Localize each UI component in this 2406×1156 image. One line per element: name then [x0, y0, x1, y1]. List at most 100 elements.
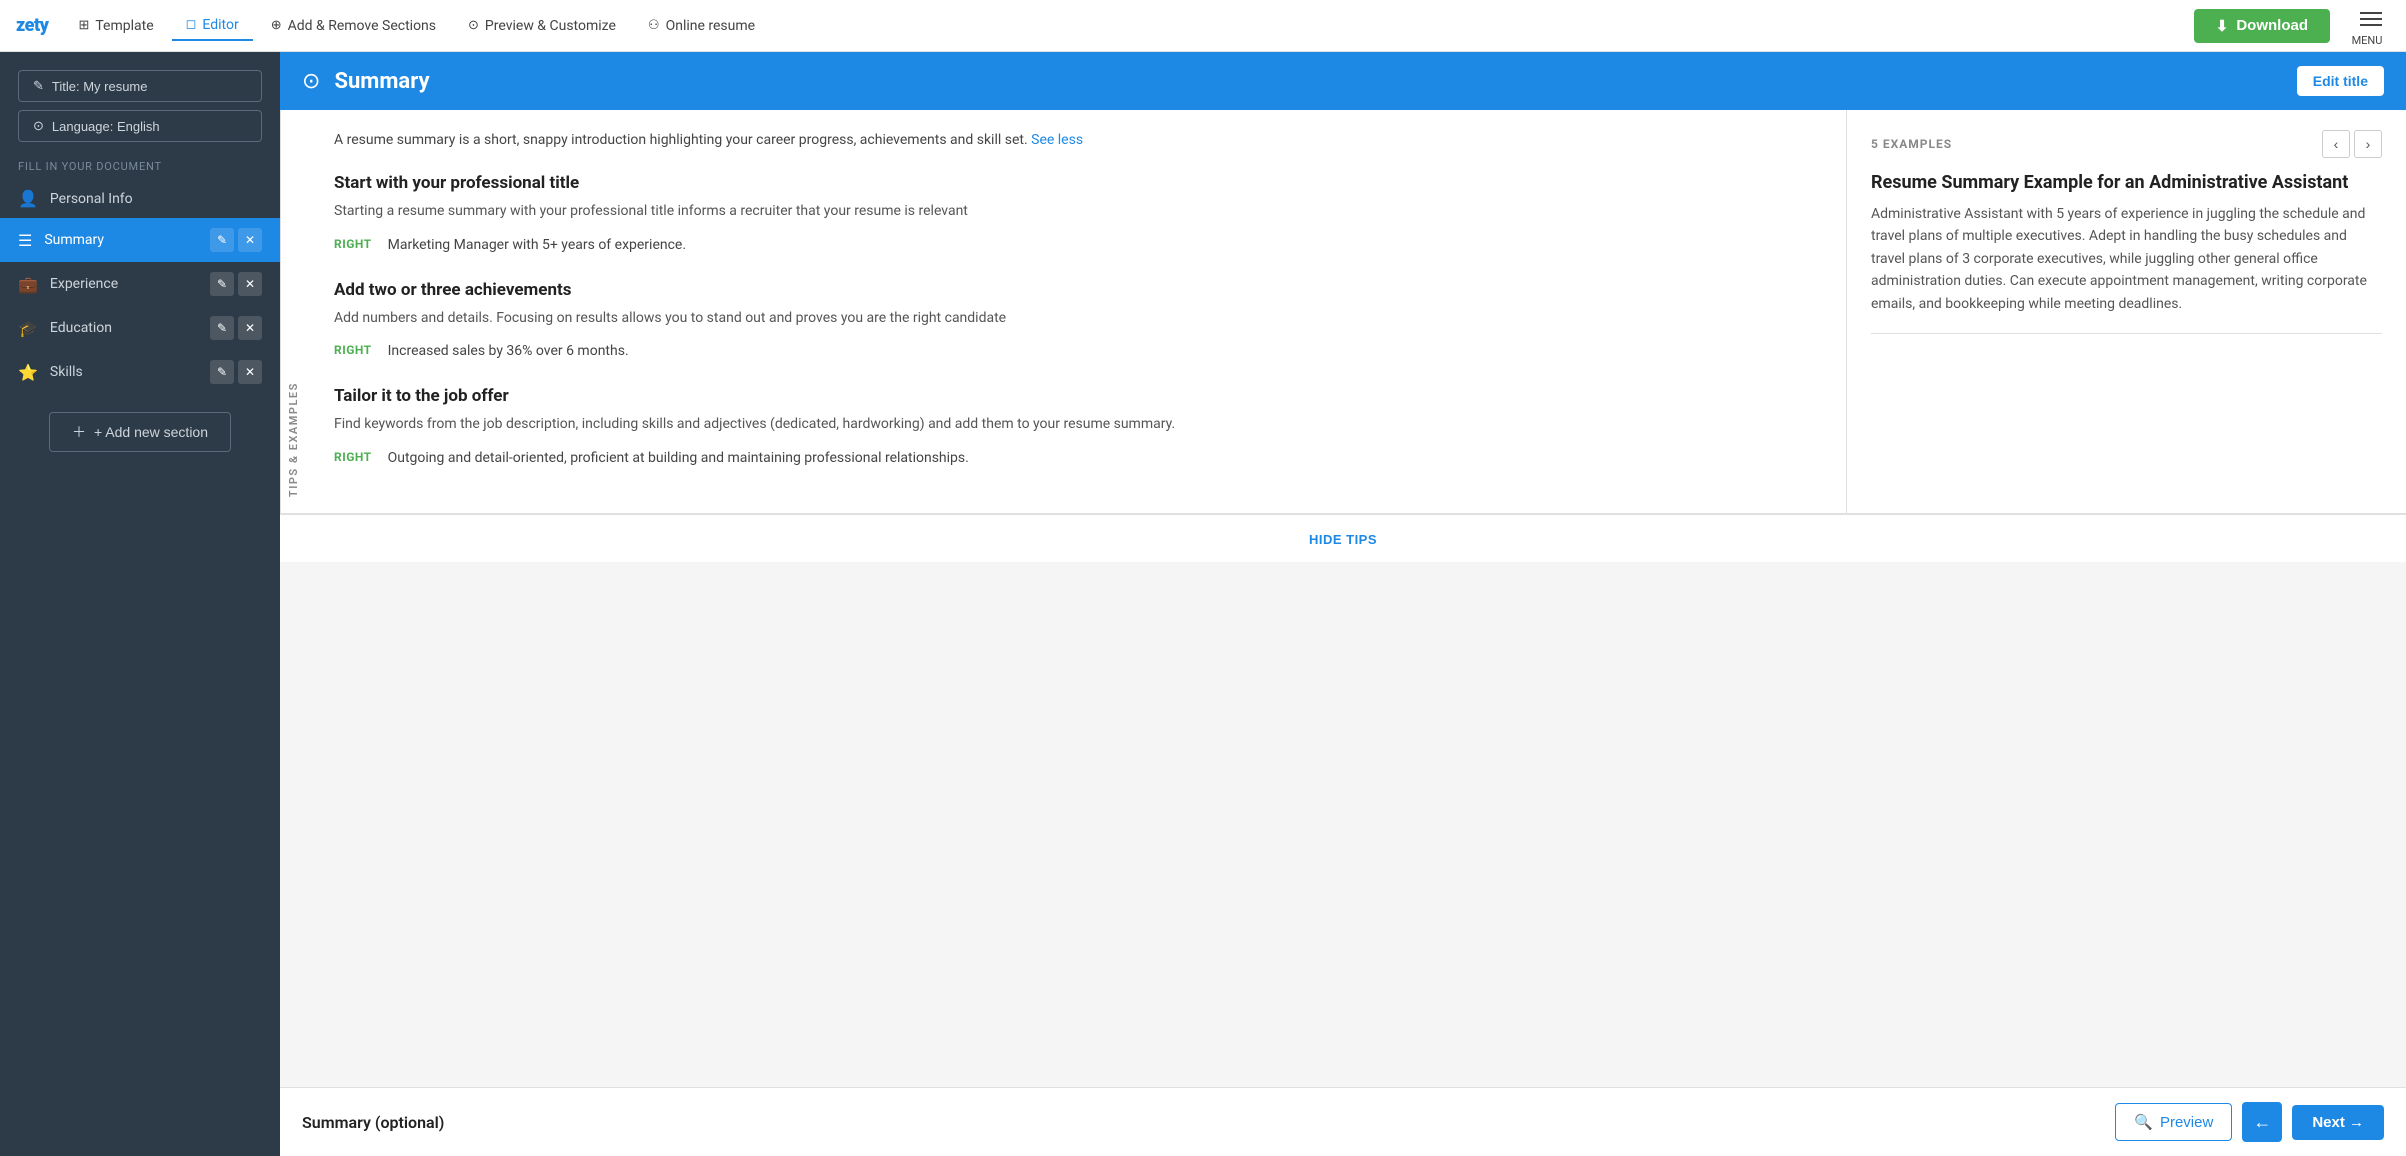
- tip-3-example-text: Outgoing and detail-oriented, proficient…: [388, 448, 969, 469]
- tip-3: Tailor it to the job offer Find keywords…: [334, 386, 1818, 469]
- experience-actions: ✎ ✕: [210, 272, 262, 296]
- tip-1-right-badge: RIGHT: [334, 235, 372, 251]
- nav-preview-customize-label: Preview & Customize: [485, 18, 616, 34]
- tip-1-example: RIGHT Marketing Manager with 5+ years of…: [334, 235, 1818, 256]
- menu-button[interactable]: MENU: [2344, 4, 2390, 47]
- education-actions: ✎ ✕: [210, 316, 262, 340]
- topnav: zety ⊞ Template ◻ Editor ⊕ Add & Remove …: [0, 0, 2406, 52]
- title-button-label: Title: My resume: [52, 79, 148, 94]
- experience-label: Experience: [50, 276, 198, 292]
- language-button[interactable]: ⊙ Language: English: [18, 110, 262, 142]
- footer-actions: 🔍 Preview ← Next →: [2115, 1102, 2384, 1142]
- footer-section-label: Summary (optional): [302, 1113, 444, 1132]
- tips-rotated-label: TIPS & EXAMPLES: [280, 110, 306, 513]
- language-button-label: Language: English: [52, 119, 160, 134]
- tip-2-example: RIGHT Increased sales by 36% over 6 mont…: [334, 341, 1818, 362]
- see-less-link[interactable]: See less: [1031, 132, 1083, 148]
- sidebar-item-personal-info[interactable]: 👤 Personal Info: [0, 179, 280, 218]
- education-edit-button[interactable]: ✎: [210, 316, 234, 340]
- preview-customize-icon: ⊙: [468, 18, 479, 33]
- nav-preview-customize[interactable]: ⊙ Preview & Customize: [454, 12, 630, 40]
- tip-1-desc: Starting a resume summary with your prof…: [334, 201, 1818, 223]
- footer-bar: Summary (optional) 🔍 Preview ← Next →: [280, 1087, 2406, 1156]
- summary-header: ⊙ Summary Edit title: [280, 52, 2406, 110]
- skills-edit-button[interactable]: ✎: [210, 360, 234, 384]
- pencil-icon: ✎: [33, 78, 44, 94]
- add-section-button[interactable]: ＋ + Add new section: [49, 412, 231, 452]
- tips-intro: A resume summary is a short, snappy intr…: [334, 130, 1818, 151]
- fill-label: FILL IN YOUR DOCUMENT: [18, 160, 262, 173]
- summary-label: Summary: [44, 232, 198, 248]
- examples-header: 5 EXAMPLES ‹ ›: [1871, 130, 2382, 158]
- examples-nav: ‹ ›: [2322, 130, 2382, 158]
- skills-actions: ✎ ✕: [210, 360, 262, 384]
- back-button[interactable]: ←: [2242, 1102, 2282, 1142]
- add-section-label: + Add new section: [94, 424, 208, 440]
- tip-3-right-badge: RIGHT: [334, 448, 372, 464]
- examples-prev-button[interactable]: ‹: [2322, 130, 2350, 158]
- summary-header-icon: ⊙: [302, 69, 320, 94]
- main-content: ⊙ Summary Edit title TIPS & EXAMPLES A r…: [280, 52, 2406, 1156]
- tip-2-example-text: Increased sales by 36% over 6 months.: [388, 341, 629, 362]
- online-resume-icon: ⚇: [648, 18, 660, 33]
- download-label: Download: [2236, 17, 2308, 34]
- skills-remove-button[interactable]: ✕: [238, 360, 262, 384]
- preview-label: Preview: [2160, 1114, 2213, 1131]
- sidebar-item-experience[interactable]: 💼 Experience ✎ ✕: [0, 262, 280, 306]
- tip-2-right-badge: RIGHT: [334, 341, 372, 357]
- experience-icon: 💼: [18, 275, 38, 294]
- nav-online-resume[interactable]: ⚇ Online resume: [634, 12, 769, 40]
- tip-2-title: Add two or three achievements: [334, 280, 1818, 300]
- nav-add-remove-label: Add & Remove Sections: [288, 18, 436, 34]
- menu-label: MENU: [2352, 34, 2383, 47]
- sidebar: ✎ Title: My resume ⊙ Language: English F…: [0, 52, 280, 1156]
- download-icon: ⬇: [2216, 17, 2229, 35]
- summary-actions: ✎ ✕: [210, 228, 262, 252]
- sidebar-item-summary[interactable]: ☰ Summary ✎ ✕: [0, 218, 280, 262]
- sidebar-item-education[interactable]: 🎓 Education ✎ ✕: [0, 306, 280, 350]
- examples-count-label: 5 EXAMPLES: [1871, 137, 2314, 151]
- title-button[interactable]: ✎ Title: My resume: [18, 70, 262, 102]
- experience-remove-button[interactable]: ✕: [238, 272, 262, 296]
- download-button[interactable]: ⬇ Download: [2194, 9, 2330, 43]
- nav-editor[interactable]: ◻ Editor: [172, 11, 253, 41]
- tip-2-desc: Add numbers and details. Focusing on res…: [334, 308, 1818, 330]
- nav-template[interactable]: ⊞ Template: [64, 12, 167, 40]
- globe-icon: ⊙: [33, 118, 44, 134]
- examples-next-button[interactable]: ›: [2354, 130, 2382, 158]
- sidebar-item-skills[interactable]: ⭐ Skills ✎ ✕: [0, 350, 280, 394]
- education-icon: 🎓: [18, 319, 38, 338]
- personal-info-label: Personal Info: [50, 191, 262, 207]
- preview-button[interactable]: 🔍 Preview: [2115, 1103, 2232, 1141]
- skills-icon: ⭐: [18, 363, 38, 382]
- edit-title-button[interactable]: Edit title: [2297, 66, 2384, 96]
- nav-editor-label: Editor: [202, 17, 238, 33]
- summary-header-title: Summary: [334, 69, 2282, 94]
- add-remove-icon: ⊕: [271, 18, 282, 33]
- tip-2: Add two or three achievements Add number…: [334, 280, 1818, 363]
- editor-icon: ◻: [186, 17, 197, 32]
- tips-content: A resume summary is a short, snappy intr…: [306, 110, 1846, 513]
- examples-panel: 5 EXAMPLES ‹ › Resume Summary Example fo…: [1846, 110, 2406, 513]
- nav-online-resume-label: Online resume: [666, 18, 755, 34]
- next-button[interactable]: Next →: [2292, 1105, 2384, 1140]
- example-title: Resume Summary Example for an Administra…: [1871, 172, 2382, 193]
- summary-icon: ☰: [18, 231, 32, 250]
- person-icon: 👤: [18, 189, 38, 208]
- tip-3-example: RIGHT Outgoing and detail-oriented, prof…: [334, 448, 1818, 469]
- hide-tips-bar: HIDE TIPS: [280, 514, 2406, 562]
- tip-1-example-text: Marketing Manager with 5+ years of exper…: [388, 235, 686, 256]
- template-icon: ⊞: [78, 18, 89, 33]
- summary-remove-button[interactable]: ✕: [238, 228, 262, 252]
- nav-add-remove[interactable]: ⊕ Add & Remove Sections: [257, 12, 450, 40]
- hide-tips-button[interactable]: HIDE TIPS: [1309, 532, 1377, 547]
- tip-1: Start with your professional title Start…: [334, 173, 1818, 256]
- example-body: Administrative Assistant with 5 years of…: [1871, 203, 2382, 315]
- hamburger-icon: [2352, 4, 2390, 34]
- tips-area: TIPS & EXAMPLES A resume summary is a sh…: [280, 110, 2406, 514]
- add-icon: ＋: [72, 422, 86, 442]
- experience-edit-button[interactable]: ✎: [210, 272, 234, 296]
- education-remove-button[interactable]: ✕: [238, 316, 262, 340]
- summary-edit-button[interactable]: ✎: [210, 228, 234, 252]
- examples-divider: [1871, 333, 2382, 334]
